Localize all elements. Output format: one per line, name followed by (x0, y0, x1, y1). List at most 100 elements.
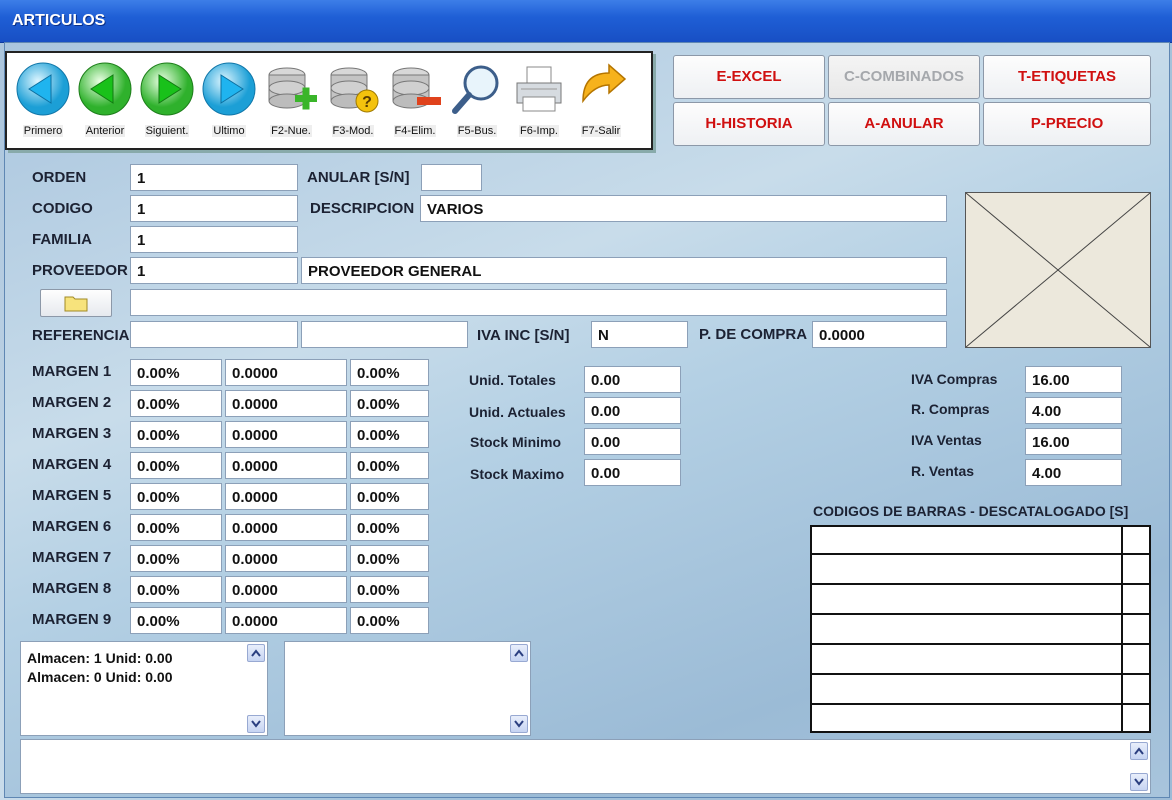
historia-button[interactable]: H-HISTORIA (673, 102, 825, 146)
scroll-up-button[interactable] (1130, 742, 1148, 760)
iva-inc-label: IVA INC [S/N] (477, 327, 570, 344)
scroll-down-button[interactable] (247, 715, 265, 733)
margen-4-pct2[interactable]: 0.00% (350, 452, 429, 479)
article-image-placeholder[interactable] (965, 192, 1151, 348)
iva-compras-input[interactable]: 16.00 (1025, 366, 1122, 393)
barcode-row[interactable] (812, 587, 1149, 615)
stock-minimo-input[interactable]: 0.00 (584, 428, 681, 455)
margen-9-pct[interactable]: 0.00% (130, 607, 222, 634)
stock-maximo-input[interactable]: 0.00 (584, 459, 681, 486)
new-record-button[interactable]: F2-Nue. (261, 61, 321, 141)
unid-actuales-input[interactable]: 0.00 (584, 397, 681, 424)
arrow-left-green-icon (78, 62, 132, 116)
anular-button[interactable]: A-ANULAR (828, 102, 980, 146)
scroll-down-button[interactable] (1130, 773, 1148, 791)
margen-5-price[interactable]: 0.0000 (225, 483, 347, 510)
almacen-list-text: Almacen: 1 Unid: 0.00 Almacen: 0 Unid: 0… (27, 649, 173, 687)
secondary-list[interactable] (284, 641, 531, 736)
iva-inc-input[interactable]: N (591, 321, 688, 348)
anular-input[interactable] (421, 164, 482, 191)
exit-button[interactable]: F7-Salir (571, 61, 631, 141)
folder-icon (64, 296, 88, 312)
margen-6-pct2[interactable]: 0.00% (350, 514, 429, 541)
barcodes-grid[interactable] (810, 525, 1151, 733)
arrow-right-cyan-icon (202, 62, 256, 116)
barcode-row[interactable] (812, 707, 1149, 735)
margen-9-pct2[interactable]: 0.00% (350, 607, 429, 634)
notes-memo[interactable] (20, 739, 1151, 794)
margen-3-price[interactable]: 0.0000 (225, 421, 347, 448)
precio-compra-input[interactable]: 0.0000 (812, 321, 947, 348)
r-compras-input[interactable]: 4.00 (1025, 397, 1122, 424)
margen-8-price[interactable]: 0.0000 (225, 576, 347, 603)
image-path-input[interactable] (130, 289, 947, 316)
margen-9-price[interactable]: 0.0000 (225, 607, 347, 634)
secondary-scrollbar[interactable] (510, 644, 528, 733)
margen-4-pct[interactable]: 0.00% (130, 452, 222, 479)
printer-icon (516, 66, 562, 112)
first-record-button[interactable]: Primero (13, 61, 73, 141)
proveedor-name-input[interactable]: PROVEEDOR GENERAL (301, 257, 947, 284)
margen-2-pct[interactable]: 0.00% (130, 390, 222, 417)
almacen-list[interactable]: Almacen: 1 Unid: 0.00 Almacen: 0 Unid: 0… (20, 641, 268, 736)
margen-1-pct2[interactable]: 0.00% (350, 359, 429, 386)
referencia-input-1[interactable] (130, 321, 298, 348)
unid-totales-input[interactable]: 0.00 (584, 366, 681, 393)
new-record-label: F2-Nue. (270, 125, 312, 137)
margen-3-pct[interactable]: 0.00% (130, 421, 222, 448)
familia-input[interactable]: 1 (130, 226, 298, 253)
margen-1-pct[interactable]: 0.00% (130, 359, 222, 386)
etiquetas-button[interactable]: T-ETIQUETAS (983, 55, 1151, 99)
title-bar[interactable]: ARTICULOS (0, 0, 1172, 43)
previous-record-button[interactable]: Anterior (75, 61, 135, 141)
margen-1-price[interactable]: 0.0000 (225, 359, 347, 386)
scroll-up-button[interactable] (510, 644, 528, 662)
print-button[interactable]: F6-Imp. (509, 61, 569, 141)
arrow-left-cyan-icon (16, 62, 70, 116)
search-record-button[interactable]: F5-Bus. (447, 61, 507, 141)
margen-2-label: MARGEN 2 (32, 394, 112, 411)
exit-arrow-icon (582, 63, 627, 104)
margen-6-pct[interactable]: 0.00% (130, 514, 222, 541)
chevron-up-icon (1134, 747, 1144, 755)
last-record-button[interactable]: Ultimo (199, 61, 259, 141)
referencia-input-2[interactable] (301, 321, 468, 348)
barcode-row[interactable] (812, 527, 1149, 555)
barcode-row[interactable] (812, 647, 1149, 675)
scroll-down-button[interactable] (510, 715, 528, 733)
modify-record-button[interactable]: ? F3-Mod. (323, 61, 383, 141)
margen-7-pct2[interactable]: 0.00% (350, 545, 429, 572)
chevron-down-icon (514, 720, 524, 728)
proveedor-code-input[interactable]: 1 (130, 257, 298, 284)
notes-scrollbar[interactable] (1130, 742, 1148, 791)
codigo-input[interactable]: 1 (130, 195, 298, 222)
almacen-scrollbar[interactable] (247, 644, 265, 733)
margen-2-price[interactable]: 0.0000 (225, 390, 347, 417)
delete-record-button[interactable]: F4-Elim. (385, 61, 445, 141)
margen-8-pct[interactable]: 0.00% (130, 576, 222, 603)
margen-3-pct2[interactable]: 0.00% (350, 421, 429, 448)
combinados-button[interactable]: C-COMBINADOS (828, 55, 980, 99)
database-remove-icon (392, 67, 441, 109)
barcode-row[interactable] (812, 677, 1149, 705)
barcode-row[interactable] (812, 557, 1149, 585)
iva-ventas-input[interactable]: 16.00 (1025, 428, 1122, 455)
browse-image-button[interactable] (40, 289, 112, 317)
precio-button[interactable]: P-PRECIO (983, 102, 1151, 146)
margen-5-pct2[interactable]: 0.00% (350, 483, 429, 510)
r-ventas-input[interactable]: 4.00 (1025, 459, 1122, 486)
margen-7-price[interactable]: 0.0000 (225, 545, 347, 572)
margen-6-price[interactable]: 0.0000 (225, 514, 347, 541)
excel-button[interactable]: E-EXCEL (673, 55, 825, 99)
margen-4-price[interactable]: 0.0000 (225, 452, 347, 479)
scroll-up-button[interactable] (247, 644, 265, 662)
unid-actuales-label: Unid. Actuales (469, 404, 566, 420)
descripcion-input[interactable]: VARIOS (420, 195, 947, 222)
orden-input[interactable]: 1 (130, 164, 298, 191)
next-record-button[interactable]: Siguient. (137, 61, 197, 141)
margen-8-pct2[interactable]: 0.00% (350, 576, 429, 603)
barcode-row[interactable] (812, 617, 1149, 645)
margen-7-pct[interactable]: 0.00% (130, 545, 222, 572)
margen-5-pct[interactable]: 0.00% (130, 483, 222, 510)
margen-2-pct2[interactable]: 0.00% (350, 390, 429, 417)
